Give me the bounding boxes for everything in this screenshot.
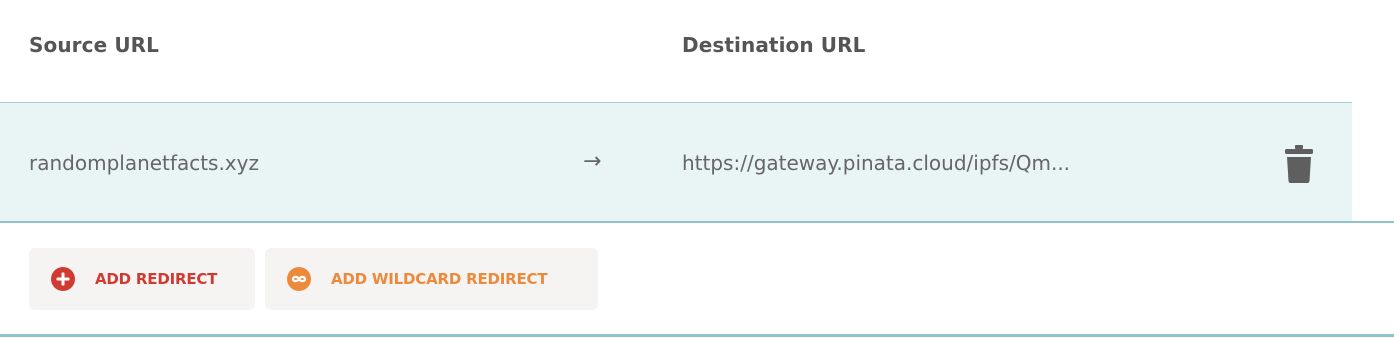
- destination-url-cell: https://gateway.pinata.cloud/ipfs/Qm...: [682, 151, 1071, 175]
- add-wildcard-redirect-button[interactable]: ADD WILDCARD REDIRECT: [265, 248, 598, 310]
- destination-url-header: Destination URL: [682, 33, 866, 57]
- source-url-header: Source URL: [29, 33, 160, 57]
- add-wildcard-redirect-label: ADD WILDCARD REDIRECT: [331, 270, 548, 288]
- trash-icon[interactable]: [1284, 143, 1314, 183]
- add-redirect-button[interactable]: ADD REDIRECT: [29, 248, 255, 310]
- infinity-circle-icon: [287, 267, 311, 291]
- add-redirect-label: ADD REDIRECT: [95, 270, 218, 288]
- table-row: randomplanetfacts.xyz → https://gateway.…: [0, 102, 1352, 222]
- arrow-icon: →: [583, 149, 602, 174]
- table-header: Source URL Destination URL: [0, 0, 1394, 102]
- section-divider: [0, 334, 1394, 337]
- source-url-cell: randomplanetfacts.xyz: [29, 151, 259, 175]
- plus-circle-icon: [51, 267, 75, 291]
- trash-icon-graphic: [1285, 145, 1313, 183]
- actions-bar: ADD REDIRECT ADD WILDCARD REDIRECT: [0, 223, 1394, 335]
